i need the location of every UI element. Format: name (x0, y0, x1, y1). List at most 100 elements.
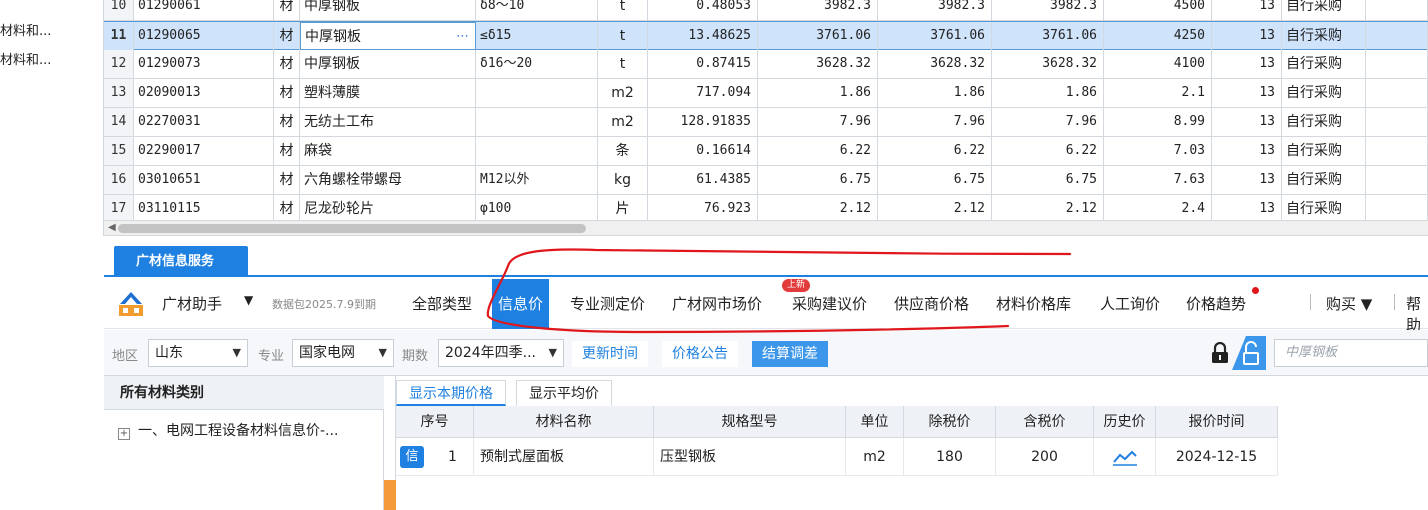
tax-rate-cell[interactable]: 13 (1212, 195, 1282, 220)
price-cell[interactable]: 2.12 (758, 195, 878, 220)
tab-professional-price[interactable]: 专业测定价 (564, 279, 651, 329)
table-row[interactable]: 15 02290017 材麻袋条 0.16614 6.22 6.22 6.22 7.03 13 自… (104, 137, 1428, 166)
quote-date-cell[interactable]: 2024-12-15 (1156, 438, 1278, 476)
with-tax-price-cell[interactable]: 200 (996, 438, 1094, 476)
tab-manual-inquiry[interactable]: 人工询价 (1094, 279, 1166, 329)
price-cell[interactable]: 3761.06 (758, 22, 878, 50)
row-number-cell[interactable]: 14 (104, 108, 134, 136)
price-cell[interactable]: 2.12 (878, 195, 992, 220)
price-cell[interactable]: 3628.32 (992, 50, 1104, 78)
code-cell[interactable]: 01290061 (134, 0, 274, 20)
name-cell[interactable]: 中厚钢板 (300, 50, 476, 78)
price-cell[interactable]: 7.03 (1104, 137, 1212, 165)
material-name-cell[interactable]: 预制式屋面板 (474, 438, 654, 476)
chevron-down-icon[interactable]: ▼ (244, 293, 253, 307)
code-cell[interactable]: 01290073 (134, 50, 274, 78)
name-cell[interactable]: 中厚钢板 ⋯ (300, 22, 476, 50)
price-cell[interactable]: 3982.3 (992, 0, 1104, 20)
unit-cell[interactable]: t (598, 0, 648, 20)
price-cell[interactable]: 3982.3 (878, 0, 992, 20)
table-row[interactable]: 16 03010651 材六角螺栓带螺母 M12以外 kg 61.4385 6.75 6.75… (104, 166, 1428, 195)
price-cell[interactable]: 6.75 (758, 166, 878, 194)
table-row[interactable]: 10 01290061 材中厚钢板 δ8～10 t 0.48053 3982.3 3982.3… (104, 0, 1428, 21)
help-menu[interactable]: 帮助 (1406, 293, 1428, 335)
price-cell[interactable]: 7.63 (1104, 166, 1212, 194)
table-row[interactable]: 11 01290065 材中厚钢板 ⋯ ≤δ15 t 13.48625 3761.06 3761… (104, 21, 1428, 50)
category-tree-item[interactable]: + 一、电网工程设备材料信息价-... (118, 420, 338, 440)
tab-current-period-price[interactable]: 显示本期价格 (396, 380, 506, 406)
price-row-index[interactable]: 信 1 (396, 438, 474, 476)
row-number-cell[interactable]: 11 (104, 22, 134, 50)
quantity-cell[interactable]: 128.91835 (648, 108, 758, 136)
material-search-input[interactable]: 中厚钢板 (1274, 339, 1428, 367)
empty-cell[interactable] (1366, 108, 1428, 136)
price-cell[interactable]: 7.96 (992, 108, 1104, 136)
empty-cell[interactable] (1366, 195, 1428, 220)
price-cell[interactable]: 3761.06 (878, 22, 992, 50)
price-cell[interactable]: 8.99 (1104, 108, 1212, 136)
row-number-cell[interactable]: 13 (104, 79, 134, 107)
brand-menu[interactable]: 广材助手 (162, 293, 222, 314)
supply-source-cell[interactable]: 自行采购 (1282, 166, 1366, 194)
unit-cell[interactable]: t (598, 22, 648, 50)
name-cell[interactable]: 塑料薄膜 (300, 79, 476, 107)
spec-cell[interactable]: M12以外 (476, 166, 598, 194)
lock-icon[interactable] (1210, 342, 1230, 364)
price-cell[interactable]: 3982.3 (758, 0, 878, 20)
row-number-cell[interactable]: 10 (104, 0, 134, 20)
price-cell[interactable]: 4250 (1104, 22, 1212, 50)
row-number-cell[interactable]: 15 (104, 137, 134, 165)
price-cell[interactable]: 3628.32 (758, 50, 878, 78)
supply-source-cell[interactable]: 自行采购 (1282, 108, 1366, 136)
settlement-adjust-button[interactable]: 结算调差 (752, 341, 828, 367)
price-notice-button[interactable]: 价格公告 (662, 341, 738, 367)
period-select[interactable]: 2024年四季... ▼ (438, 339, 564, 367)
quantity-cell[interactable]: 717.094 (648, 79, 758, 107)
supply-source-cell[interactable]: 自行采购 (1282, 0, 1366, 20)
price-cell[interactable]: 2.1 (1104, 79, 1212, 107)
price-cell[interactable]: 1.86 (992, 79, 1104, 107)
quantity-cell[interactable]: 0.16614 (648, 137, 758, 165)
tab-material-info-service[interactable]: 广材信息服务 (114, 246, 248, 277)
code-cell[interactable]: 03010651 (134, 166, 274, 194)
empty-cell[interactable] (1366, 50, 1428, 78)
price-cell[interactable]: 6.22 (758, 137, 878, 165)
price-cell[interactable]: 7.96 (758, 108, 878, 136)
spec-cell[interactable] (476, 137, 598, 165)
empty-cell[interactable] (1366, 166, 1428, 194)
region-select[interactable]: 山东 ▼ (148, 339, 248, 367)
quantity-cell[interactable]: 61.4385 (648, 166, 758, 194)
row-number-cell[interactable]: 17 (104, 195, 134, 220)
tax-rate-cell[interactable]: 13 (1212, 50, 1282, 78)
panel-splitter[interactable] (384, 376, 396, 510)
splitter-grip[interactable] (384, 480, 396, 510)
empty-cell[interactable] (1366, 22, 1428, 50)
unit-cell[interactable]: 片 (598, 195, 648, 220)
name-cell[interactable]: 六角螺栓带螺母 (300, 166, 476, 194)
name-cell[interactable]: 麻袋 (300, 137, 476, 165)
unlock-icon[interactable] (1232, 336, 1266, 370)
buy-menu[interactable]: 购买 ▼ (1326, 293, 1372, 314)
unit-cell[interactable]: m2 (846, 438, 904, 476)
spec-cell[interactable]: ≤δ15 (476, 22, 598, 50)
price-cell[interactable]: 4100 (1104, 50, 1212, 78)
tree-item[interactable]: 材料和... (0, 49, 51, 68)
empty-cell[interactable] (1366, 79, 1428, 107)
price-cell[interactable]: 6.75 (878, 166, 992, 194)
price-cell[interactable]: 7.96 (878, 108, 992, 136)
type-cell[interactable]: 材 (274, 79, 300, 107)
price-cell[interactable]: 3761.06 (992, 22, 1104, 50)
tax-rate-cell[interactable]: 13 (1212, 166, 1282, 194)
tree-item[interactable]: 材料和... (0, 20, 51, 39)
spec-cell[interactable] (476, 79, 598, 107)
type-cell[interactable]: 材 (274, 195, 300, 220)
pre-tax-price-cell[interactable]: 180 (904, 438, 996, 476)
code-cell[interactable]: 03110115 (134, 195, 274, 220)
type-cell[interactable]: 材 (274, 137, 300, 165)
unit-cell[interactable]: kg (598, 166, 648, 194)
price-cell[interactable]: 3628.32 (878, 50, 992, 78)
table-row[interactable]: 12 01290073 材中厚钢板 δ16～20 t 0.87415 3628.32 3628… (104, 50, 1428, 79)
code-cell[interactable]: 01290065 (134, 22, 274, 50)
scrollbar-thumb[interactable] (118, 224, 586, 233)
scroll-left-icon[interactable]: ◀ (108, 222, 116, 233)
